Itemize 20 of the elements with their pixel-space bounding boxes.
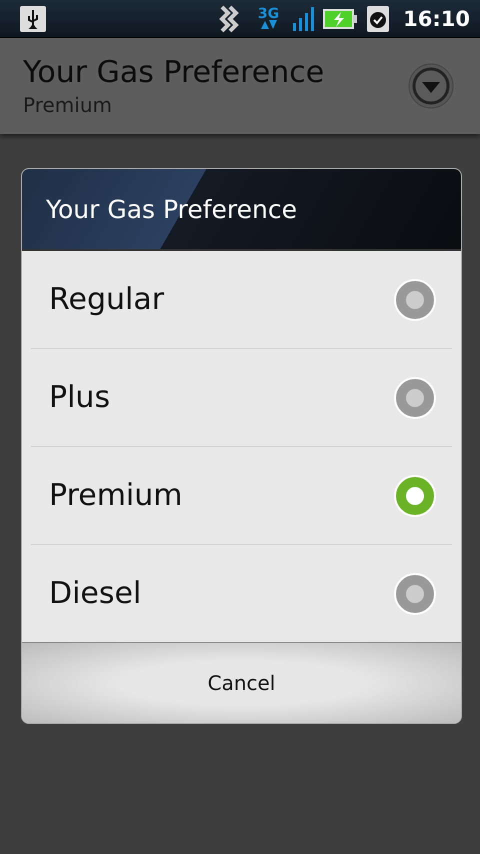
alarm-clock-icon <box>367 6 390 32</box>
radio-button[interactable] <box>396 574 434 612</box>
option-label[interactable]: Plus <box>49 380 396 415</box>
radio-button[interactable] <box>396 476 434 514</box>
cancel-button[interactable]: Cancel <box>22 642 461 723</box>
option-label[interactable]: Premium <box>49 478 396 513</box>
radio-button[interactable] <box>396 378 434 416</box>
dropdown-icon[interactable] <box>408 63 454 109</box>
dialog-title: Your Gas Preference <box>22 169 461 251</box>
clock-time: 16:10 <box>403 6 470 30</box>
data-activity-icon <box>260 20 278 29</box>
option-label[interactable]: Diesel <box>49 576 396 611</box>
usb-icon <box>20 6 46 32</box>
preference-value: Premium <box>23 93 113 117</box>
signal-icon <box>293 6 316 30</box>
battery-charging-icon <box>323 8 358 28</box>
preference-title: Your Gas Preference <box>23 55 326 91</box>
radio-button[interactable] <box>396 280 434 318</box>
network-type-label: 3G <box>258 8 280 20</box>
option-label[interactable]: Regular <box>49 282 396 317</box>
